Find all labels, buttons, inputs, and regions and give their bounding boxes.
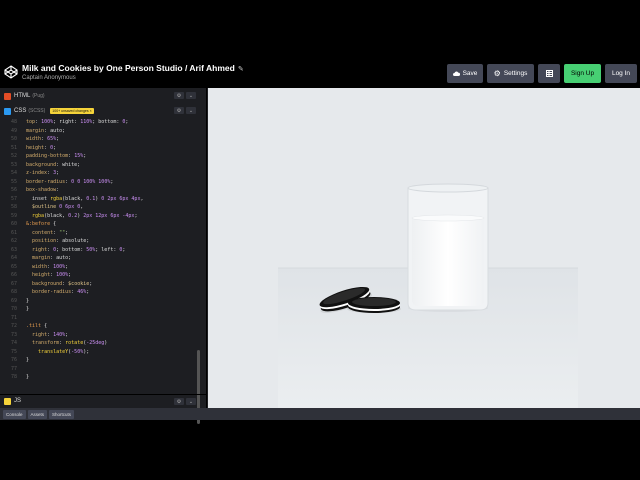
js-settings-icon[interactable]: ⚙ <box>174 398 184 405</box>
glass-rim <box>407 183 489 193</box>
assets-button[interactable]: Assets <box>27 409 48 419</box>
pen-title[interactable]: Milk and Cookies by One Person Studio / … <box>22 63 244 73</box>
html-panel-header[interactable]: HTML (Pug) ⚙ ⌄ <box>0 90 207 102</box>
pen-author[interactable]: Captain Anonymous <box>22 75 76 81</box>
css-preprocessor: (SCSS) <box>28 108 46 114</box>
css-icon <box>4 107 11 115</box>
shortcuts-button[interactable]: Shortcuts <box>49 409 75 419</box>
css-collapse-icon[interactable]: ⌄ <box>186 107 196 114</box>
console-button[interactable]: Console <box>3 409 26 419</box>
css-panel-label: CSS <box>14 108 27 114</box>
line-number: 78 <box>10 374 17 380</box>
flat-cookie <box>347 297 401 313</box>
html-preprocessor: (Pug) <box>32 93 45 99</box>
code-line[interactable]: 78} <box>0 373 198 382</box>
code-text: } <box>26 374 30 380</box>
codepen-logo-icon[interactable] <box>4 65 18 79</box>
css-settings-icon[interactable]: ⚙ <box>174 107 184 114</box>
milk <box>412 218 484 306</box>
html-settings-icon[interactable]: ⚙ <box>174 92 184 99</box>
editor-pane: HTML (Pug) ⚙ ⌄ CSS (SCSS) 100+ unsaved c… <box>0 88 207 424</box>
html-collapse-icon[interactable]: ⌄ <box>186 92 196 99</box>
login-button[interactable]: Log In <box>605 64 637 83</box>
pen-title-text: Milk and Cookies by One Person Studio / … <box>22 63 235 73</box>
result-preview[interactable] <box>208 88 640 408</box>
signup-label: Sign Up <box>570 70 595 77</box>
login-label: Log In <box>611 70 631 77</box>
layout-icon <box>545 70 553 77</box>
milk-glass <box>407 183 489 312</box>
js-icon <box>4 397 11 405</box>
milk-and-cookies-scene <box>208 88 640 408</box>
settings-label: Settings <box>503 70 528 77</box>
save-label: Save <box>462 70 478 77</box>
codepen-editor-window: Milk and Cookies by One Person Studio / … <box>0 60 640 424</box>
html-panel-label: HTML <box>14 93 31 99</box>
js-panel-header[interactable]: JS ⚙ ⌄ <box>0 394 207 407</box>
html-icon <box>4 92 11 100</box>
js-collapse-icon[interactable]: ⌄ <box>186 398 196 405</box>
settings-button[interactable]: ⚙ Settings <box>487 64 534 83</box>
gear-icon: ⚙ <box>493 69 501 78</box>
js-panel-label: JS <box>14 398 22 404</box>
footer-bar: Console Assets Shortcuts <box>0 408 640 420</box>
unsaved-changes-badge[interactable]: 100+ unsaved changes × <box>50 108 94 114</box>
signup-button[interactable]: Sign Up <box>564 64 601 83</box>
edit-pencil-icon[interactable]: ✎ <box>238 66 244 73</box>
header-bar: Milk and Cookies by One Person Studio / … <box>0 60 640 88</box>
milk-surface <box>411 214 485 222</box>
save-button[interactable]: Save <box>447 64 483 83</box>
css-panel-header[interactable]: CSS (SCSS) 100+ unsaved changes × ⚙ ⌄ <box>0 105 207 117</box>
css-code-editor[interactable]: 48 top: 100%; right: 110%; bottom: 0; 49 ma… <box>0 118 200 388</box>
change-view-button[interactable] <box>538 64 560 83</box>
cloud-icon <box>452 71 460 76</box>
